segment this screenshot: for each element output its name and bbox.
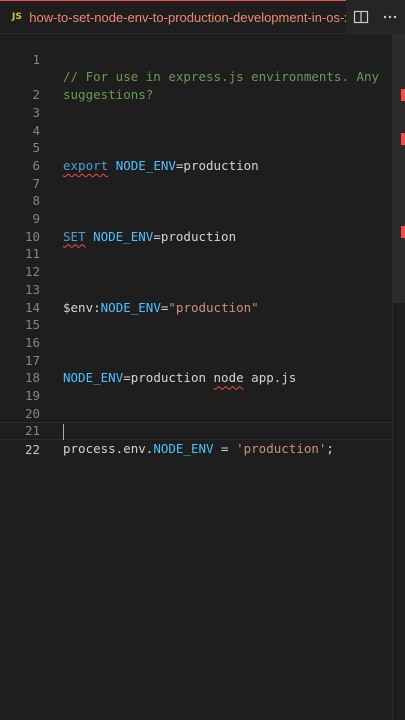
code-line-current: 22 <box>0 422 393 457</box>
code-line: 4 <box>0 104 393 138</box>
code-line: 9 SET NODE_ENV=production <box>0 192 393 244</box>
editor-tab-bar: JS how-to-set-node-env-to-production-dev… <box>0 0 405 34</box>
code-line: 1 // For use in express.js environments.… <box>0 33 393 85</box>
active-editor-tab[interactable]: JS how-to-set-node-env-to-production-dev… <box>0 0 346 33</box>
code-line: 16 <box>0 316 393 350</box>
split-editor-icon[interactable] <box>351 7 371 27</box>
code-line: 7 <box>0 157 393 191</box>
error-marker[interactable] <box>401 89 405 101</box>
code-line: 14 <box>0 281 393 315</box>
code-line: 8 <box>0 175 393 208</box>
code-line: 19 <box>0 369 393 403</box>
code-line: 12 <box>0 245 393 279</box>
error-marker[interactable] <box>401 133 405 145</box>
code-line: 11 <box>0 228 393 261</box>
code-line: 21 process.env.NODE_ENV = 'production'; <box>0 405 393 456</box>
code-line: 15 <box>0 299 393 332</box>
code-text: process.env.NODE_ENV = 'production'; <box>63 441 334 457</box>
code-line: 3 <box>0 86 393 120</box>
code-line: 17 NODE_ENV=production node app.js <box>0 334 393 386</box>
code-line: 2 <box>0 68 393 102</box>
code-line: 13 $env:NODE_ENV="production" <box>0 263 393 315</box>
editor-actions <box>346 0 405 33</box>
code-line: 5 export NODE_ENV=production <box>0 122 393 173</box>
scrollbar-slider[interactable] <box>393 33 405 303</box>
code-line: suggestions? <box>0 51 393 102</box>
code-editor[interactable]: 1 // For use in express.js environments.… <box>0 33 393 720</box>
code-line: 6 <box>0 139 393 173</box>
more-actions-icon[interactable] <box>380 7 400 27</box>
text-cursor <box>63 423 64 440</box>
javascript-file-icon: JS <box>12 12 23 22</box>
tab-title: how-to-set-node-env-to-production-develo… <box>29 9 346 25</box>
code-line: 20 <box>0 387 393 421</box>
line-number: 22 <box>24 442 40 458</box>
error-marker[interactable] <box>401 226 405 238</box>
code-line: 10 <box>0 210 393 244</box>
code-line: 18 <box>0 352 393 385</box>
